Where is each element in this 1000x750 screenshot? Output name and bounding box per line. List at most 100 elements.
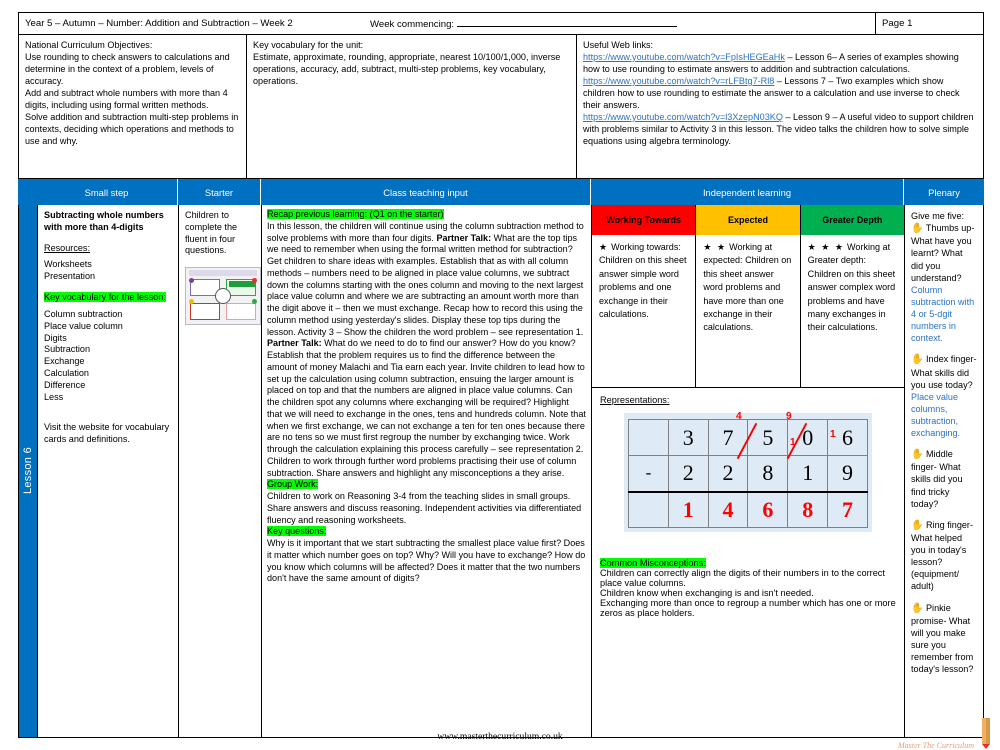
page-number: Page 1 <box>875 13 983 34</box>
representations-section: Representations: 4 9 1 1 3 7 5 0 6 - 2 2… <box>592 388 904 618</box>
plenary-item: ✋ Middle finger- What skills did you fin… <box>911 448 977 510</box>
column-header-independent-learning: Independent learning <box>591 179 904 205</box>
representations-label: Representations: <box>600 395 670 405</box>
minuend-ten-thousands: 3 <box>667 419 709 456</box>
band-description-expected: ★ ★ Working at expected: Children on thi… <box>696 235 801 387</box>
key-questions-heading: Key questions: <box>267 526 327 537</box>
column-header-plenary: Plenary <box>904 179 984 205</box>
answer-tens: 8 <box>787 490 829 528</box>
recap-heading: Recap previous learning: (Q1 on the star… <box>267 209 444 219</box>
star-rating-two: ★ ★ <box>703 242 727 252</box>
group-work-heading: Group Work: <box>267 479 319 490</box>
unit-key-vocabulary: Key vocabulary for the unit: Estimate, a… <box>247 35 577 178</box>
band-description-greater-depth: ★ ★ ★ Working at Greater depth: Children… <box>801 235 904 387</box>
column-header-small-step: Small step <box>36 179 178 205</box>
lesson-number-text: Lesson 6 <box>22 447 34 495</box>
plenary-item: ✋ Pinkie promise- What will you make sur… <box>911 602 977 676</box>
lesson-plan-page: Year 5 – Autumn – Number: Addition and S… <box>0 0 1000 750</box>
subtrahend-tens: 1 <box>787 455 829 492</box>
national-curriculum-objectives: National Curriculum Objectives: Use roun… <box>19 35 247 178</box>
lesson-vocabulary-list: Column subtraction Place value column Di… <box>44 308 123 402</box>
answer-ten-thousands: 1 <box>667 490 709 528</box>
footer-website: www.masterthecurriculum.co.uk <box>437 731 563 742</box>
unit-information-row: National Curriculum Objectives: Use roun… <box>18 34 984 179</box>
independent-learning-column: Working Towards Expected Greater Depth ★… <box>592 205 905 737</box>
lesson-bar-spacer <box>18 179 36 205</box>
youtube-link-lesson-7[interactable]: https://www.youtube.com/watch?v=rLFBtg7-… <box>583 76 774 86</box>
fluent-in-four-slide-thumbnail[interactable] <box>185 267 261 326</box>
band-header-greater-depth: Greater Depth <box>800 205 904 235</box>
star-rating-three: ★ ★ ★ <box>807 242 845 252</box>
teaching-paragraph: In this lesson, the children will contin… <box>267 221 586 480</box>
table-row-answer: 1 4 6 8 7 <box>628 490 868 528</box>
exchange-mark-1-ones: 1 <box>830 429 836 440</box>
web-link-entry: https://www.youtube.com/watch?v=l3XzepN0… <box>583 111 977 147</box>
resources-label: Resources: <box>44 242 90 253</box>
partner-talk-label: Partner Talk: <box>267 338 322 349</box>
plenary-item: ✋ Ring finger- What helped you in today'… <box>911 519 977 593</box>
answer-thousands: 4 <box>707 490 749 528</box>
subtrahend-ones: 9 <box>827 455 868 492</box>
column-subtraction-37506-minus-22819: 4 9 1 1 3 7 5 0 6 - 2 2 8 1 9 1 4 6 8 7 <box>624 411 872 532</box>
band-text: Working at expected: Children on this sh… <box>703 242 792 333</box>
attainment-band-headers: Working Towards Expected Greater Depth <box>592 205 904 235</box>
hand-icon: ✋ <box>911 602 924 614</box>
plenary-column: Give me five: ✋ Thumbs up- What have you… <box>905 205 983 737</box>
vocab-title: Key vocabulary for the unit: <box>253 40 364 50</box>
column-header-starter: Starter <box>178 179 261 205</box>
plenary-item: ✋ Index finger- What skills did you use … <box>911 353 977 439</box>
teaching-body-text-2: What do we need to do to find our answer… <box>267 338 586 478</box>
web-link-entry: https://www.youtube.com/watch?v=rLFBtg7-… <box>583 75 977 111</box>
hand-icon: ✋ <box>911 354 924 366</box>
website-note: Visit the website for vocabulary cards a… <box>44 422 170 445</box>
vocab-text: Estimate, approximate, rounding, appropr… <box>253 52 561 86</box>
document-header: Year 5 – Autumn – Number: Addition and S… <box>18 12 984 34</box>
answer-ones: 7 <box>827 490 868 528</box>
small-step-column: Subtracting whole numbers with more than… <box>37 205 179 737</box>
answer-op <box>628 490 669 528</box>
subtrahend-thousands: 2 <box>707 455 749 492</box>
band-header-expected: Expected <box>696 205 801 235</box>
plenary-title: Give me five: <box>911 211 965 221</box>
subtraction-operator: - <box>628 455 669 492</box>
useful-web-links: Useful Web links: https://www.youtube.co… <box>577 35 983 178</box>
partner-talk-label: Partner Talk: <box>436 232 492 243</box>
lesson-vocabulary-heading: Key vocabulary for the lesson: <box>44 292 166 303</box>
band-text: Working towards: Children on this sheet … <box>599 242 687 319</box>
teaching-body-text-1: What are the top tips we need to remembe… <box>267 232 584 337</box>
minuend-op <box>628 419 669 456</box>
plenary-item: ✋ Thumbs up- What have you learnt? What … <box>911 222 977 344</box>
week-commencing-field: Week commencing: <box>364 18 875 30</box>
objectives-title: National Curriculum Objectives: <box>25 40 153 50</box>
hand-icon: ✋ <box>911 519 924 531</box>
youtube-link-lesson-9[interactable]: https://www.youtube.com/watch?v=l3XzepN0… <box>583 112 783 122</box>
resources-list: Worksheets Presentation <box>44 259 96 282</box>
plenary-answer: Column subtraction with 4 or 5-dgit numb… <box>911 284 975 344</box>
band-header-working-towards: Working Towards <box>592 205 697 235</box>
star-rating-one: ★ <box>599 242 609 252</box>
band-description-working-towards: ★ Working towards: Children on this shee… <box>592 235 697 387</box>
answer-hundreds: 6 <box>747 490 789 528</box>
lesson-sidebar-label: Lesson 6 <box>19 205 37 737</box>
column-headers: Small step Starter Class teaching input … <box>18 179 984 205</box>
key-questions-text: Why is it important that we start subtra… <box>267 538 586 584</box>
week-commencing-label: Week commencing: <box>370 18 455 30</box>
week-commencing-blank[interactable] <box>456 18 677 27</box>
class-teaching-input-column: Recap previous learning: (Q1 on the star… <box>262 205 592 737</box>
youtube-link-lesson-6[interactable]: https://www.youtube.com/watch?v=FpIsHEGE… <box>583 52 785 62</box>
exchange-mark-9: 9 <box>786 411 792 422</box>
subtrahend-ten-thousands: 2 <box>667 455 709 492</box>
column-header-class-teaching-input: Class teaching input <box>261 179 591 205</box>
pencil-icon <box>982 718 990 749</box>
common-misconceptions-heading: Common Misconceptions: <box>600 558 706 568</box>
starter-column: Children to complete the fluent in four … <box>179 205 262 737</box>
band-text: Working at Greater depth: Children on th… <box>807 242 896 333</box>
watermark-text: Master The Curriculum <box>898 741 974 750</box>
web-link-entry: https://www.youtube.com/watch?v=FpIsHEGE… <box>583 51 977 75</box>
group-work-text: Children to work on Reasoning 3-4 from t… <box>267 491 582 525</box>
hand-icon: ✋ <box>911 449 924 461</box>
hand-icon: ✋ <box>911 223 924 235</box>
clock-icon <box>215 288 231 305</box>
subtrahend-hundreds: 8 <box>747 455 789 492</box>
lesson-body: Lesson 6 Subtracting whole numbers with … <box>18 205 984 738</box>
